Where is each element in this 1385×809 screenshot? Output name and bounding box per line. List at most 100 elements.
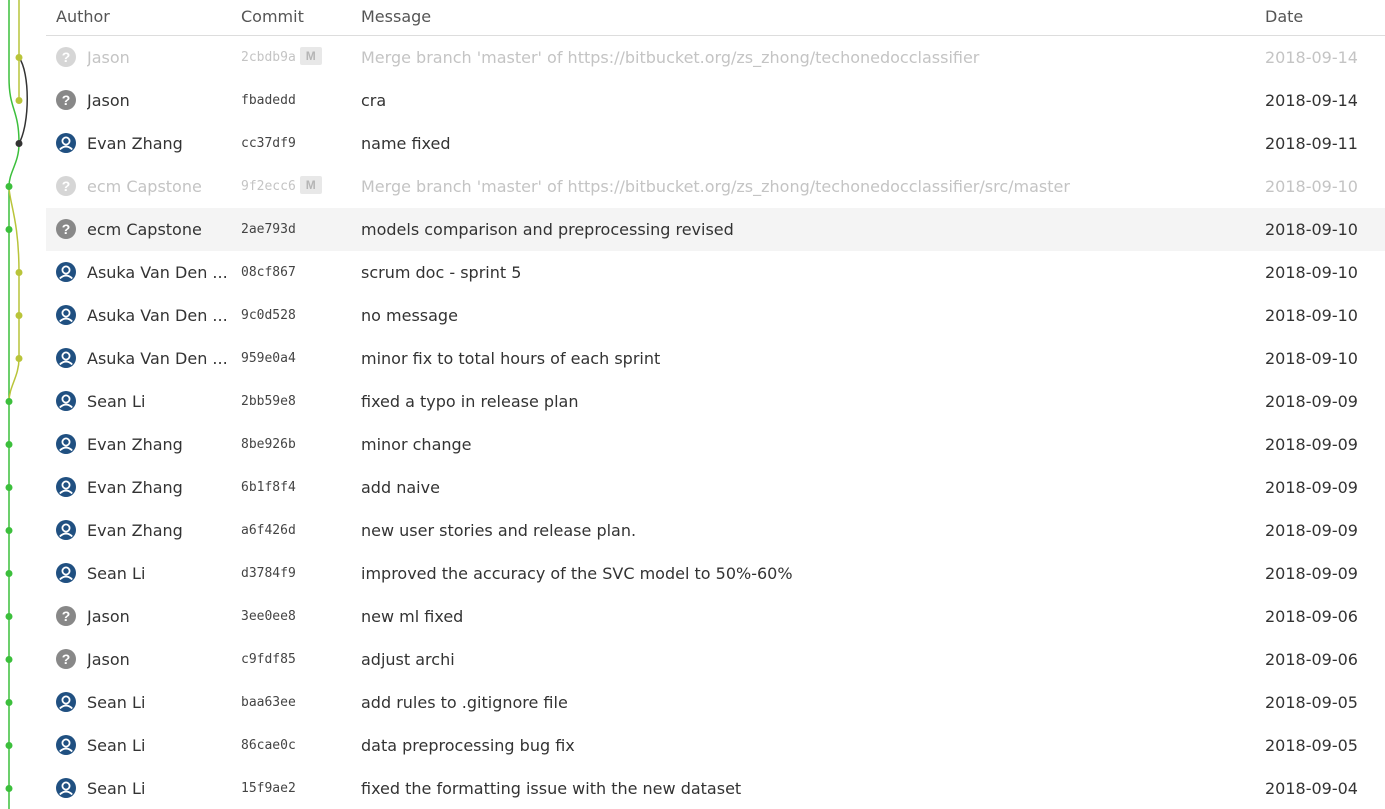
commit-node [15,269,23,276]
commit-message: Merge branch 'master' of https://bitbuck… [361,48,980,67]
commit-hash-link[interactable]: baa63ee [241,695,296,710]
commit-node [5,656,13,663]
table-header: Author Commit Message Date [46,0,1385,36]
commit-date: 2018-09-09 [1265,564,1358,583]
svg-text:?: ? [62,221,71,237]
commit-row[interactable]: Sean Li baa63ee add rules to .gitignore fi… [46,681,1385,724]
commit-hash-link[interactable]: 2cbdb9a [241,50,296,65]
commit-hash-link[interactable]: 959e0a4 [241,351,296,366]
commit-row[interactable]: Evan Zhang a6f426d new user stories and re… [46,509,1385,552]
commit-hash-link[interactable]: 9c0d528 [241,308,296,323]
commit-message: adjust archi [361,650,455,669]
commit-node [5,527,13,534]
commit-node [15,355,23,362]
commit-date: 2018-09-05 [1265,736,1358,755]
user-avatar-icon [56,423,76,466]
commit-hash-link[interactable]: fbadedd [241,93,296,108]
user-avatar-icon [56,337,76,380]
commit-row[interactable]: Evan Zhang 8be926b minor change 2018-09-09 [46,423,1385,466]
commit-row[interactable]: ? ecm Capstone 2ae793d models comparison an… [46,208,1385,251]
commit-author: Jason [87,607,130,626]
unknown-user-icon: ? [56,36,76,79]
commit-node [15,140,23,147]
commit-hash-link[interactable]: d3784f9 [241,566,296,581]
commit-author: Sean Li [87,564,146,583]
commit-hash-link[interactable]: 15f9ae2 [241,781,296,796]
commit-row[interactable]: ? ecm Capstone 9f2ecc6 M Merge branch 'maste… [46,165,1385,208]
commit-hash-link[interactable]: 86cae0c [241,738,296,753]
commit-column-header[interactable]: Commit [241,7,304,26]
commit-hash-link[interactable]: 3ee0ee8 [241,609,296,624]
commit-message: minor change [361,435,472,454]
commit-author: Sean Li [87,779,146,798]
commit-row[interactable]: ? Jason 2cbdb9a M Merge branch 'master' of h… [46,36,1385,79]
commit-hash-cell: 86cae0c [241,724,351,767]
commit-hash-link[interactable]: 8be926b [241,437,296,452]
commit-hash-cell: 3ee0ee8 [241,595,351,638]
user-avatar-icon [56,509,76,552]
commit-hash-link[interactable]: 9f2ecc6 [241,179,296,194]
commit-row[interactable]: ? Jason 3ee0ee8 new ml fixed 2018-09-06 [46,595,1385,638]
commit-author: Asuka Van Den ... [87,349,228,368]
commit-hash-link[interactable]: 08cf867 [241,265,296,280]
commit-hash-cell: cc37df9 [241,122,351,165]
commit-author: Jason [87,91,130,110]
author-column-header[interactable]: Author [56,7,110,26]
commit-hash-link[interactable]: cc37df9 [241,136,296,151]
commit-date: 2018-09-09 [1265,435,1358,454]
commit-row[interactable]: Evan Zhang 6b1f8f4 add naive 2018-09-09 [46,466,1385,509]
commit-hash-link[interactable]: c9fdf85 [241,652,296,667]
commit-message: fixed the formatting issue with the new … [361,779,742,798]
date-column-header[interactable]: Date [1265,7,1303,26]
commit-row[interactable]: Sean Li 86cae0c data preprocessing bug fix… [46,724,1385,767]
commit-hash-cell: 2bb59e8 [241,380,351,423]
commit-row[interactable]: Asuka Van Den ... 9c0d528 no message 2018-0… [46,294,1385,337]
commit-row[interactable]: Sean Li d3784f9 improved the accuracy of t… [46,552,1385,595]
commit-hash-cell: 2ae793d [241,208,351,251]
commit-hash-cell: c9fdf85 [241,638,351,681]
svg-text:?: ? [62,178,71,194]
commit-row[interactable]: ? Jason c9fdf85 adjust archi 2018-09-06 [46,638,1385,681]
commit-hash-link[interactable]: 2bb59e8 [241,394,296,409]
commit-row[interactable]: Evan Zhang cc37df9 name fixed 2018-09-11 [46,122,1385,165]
commit-message: name fixed [361,134,451,153]
message-column-header[interactable]: Message [361,7,431,26]
commit-row[interactable]: Sean Li 2bb59e8 fixed a typo in release pl… [46,380,1385,423]
user-avatar-icon [56,251,76,294]
commit-row[interactable]: Sean Li 15f9ae2 fixed the formatting issue… [46,767,1385,809]
commit-hash-link[interactable]: 6b1f8f4 [241,480,296,495]
commit-date: 2018-09-04 [1265,779,1358,798]
commit-date: 2018-09-10 [1265,177,1358,196]
commit-date: 2018-09-10 [1265,220,1358,239]
commit-date: 2018-09-06 [1265,607,1358,626]
commit-hash-cell: baa63ee [241,681,351,724]
merge-badge: M [299,47,322,65]
commit-message: scrum doc - sprint 5 [361,263,522,282]
commit-row[interactable]: ? Jason fbadedd cra 2018-09-14 [46,79,1385,122]
commit-author: Asuka Van Den ... [87,263,228,282]
commit-node [15,54,23,61]
commit-message: models comparison and preprocessing revi… [361,220,734,239]
commit-author: Jason [87,650,130,669]
user-avatar-icon [56,466,76,509]
commit-hash-cell: 08cf867 [241,251,351,294]
unknown-user-icon: ? [56,638,76,681]
user-avatar-icon [56,552,76,595]
commit-author: Jason [87,48,130,67]
commit-date: 2018-09-09 [1265,392,1358,411]
commit-hash-link[interactable]: 2ae793d [241,222,296,237]
branch-line [8,0,20,144]
user-avatar-icon [56,380,76,423]
commit-author: Evan Zhang [87,435,183,454]
commit-author: Evan Zhang [87,478,183,497]
commit-hash-cell: 2cbdb9a M [241,36,351,79]
commit-node [5,613,13,620]
commit-node [15,97,23,104]
commit-node [5,570,13,577]
commit-row[interactable]: Asuka Van Den ... 959e0a4 minor fix to tot… [46,337,1385,380]
commit-hash-link[interactable]: a6f426d [241,523,296,538]
commit-list: ? Jason 2cbdb9a M Merge branch 'master' of h… [46,36,1385,809]
commit-row[interactable]: Asuka Van Den ... 08cf867 scrum doc - spri… [46,251,1385,294]
branch-line [8,186,20,402]
svg-text:?: ? [62,608,71,624]
